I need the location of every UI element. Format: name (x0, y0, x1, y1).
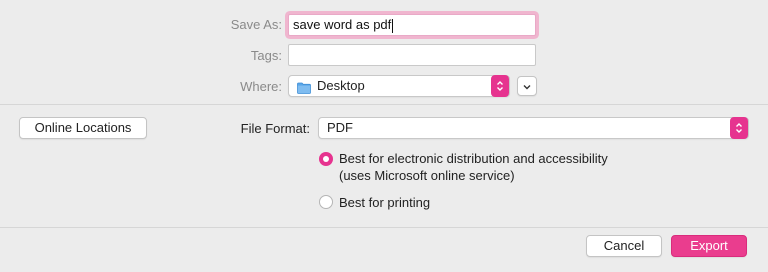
updown-chevron-icon (491, 75, 509, 97)
tags-input[interactable] (288, 44, 536, 66)
where-value: Desktop (317, 78, 365, 93)
tags-label: Tags: (250, 48, 282, 63)
printing-label[interactable]: Best for printing (339, 194, 430, 211)
save-as-label: Save As: (230, 17, 282, 32)
electronic-distribution-radio[interactable] (319, 152, 333, 166)
file-format-label: File Format: (240, 121, 310, 136)
text-caret (392, 18, 394, 33)
file-format-value: PDF (327, 120, 353, 135)
printing-radio[interactable] (319, 195, 333, 209)
save-as-input[interactable]: save word as pdf (288, 14, 536, 36)
online-locations-button[interactable]: Online Locations (19, 117, 147, 139)
where-popup[interactable]: Desktop (288, 75, 510, 97)
file-format-popup[interactable]: PDF (318, 117, 749, 139)
updown-chevron-icon (730, 117, 748, 139)
electronic-distribution-line1: Best for electronic distribution and acc… (339, 151, 608, 166)
bottom-separator (0, 227, 768, 228)
top-separator (0, 104, 768, 105)
export-button[interactable]: Export (671, 235, 747, 257)
cancel-button[interactable]: Cancel (586, 235, 662, 257)
expand-dialog-button[interactable] (517, 76, 537, 96)
save-as-value: save word as pdf (293, 17, 392, 32)
folder-icon (297, 80, 311, 100)
electronic-distribution-label[interactable]: Best for electronic distribution and acc… (339, 150, 608, 184)
electronic-distribution-line2: (uses Microsoft online service) (339, 168, 515, 183)
where-label: Where: (240, 79, 282, 94)
chevron-down-icon (522, 78, 532, 93)
